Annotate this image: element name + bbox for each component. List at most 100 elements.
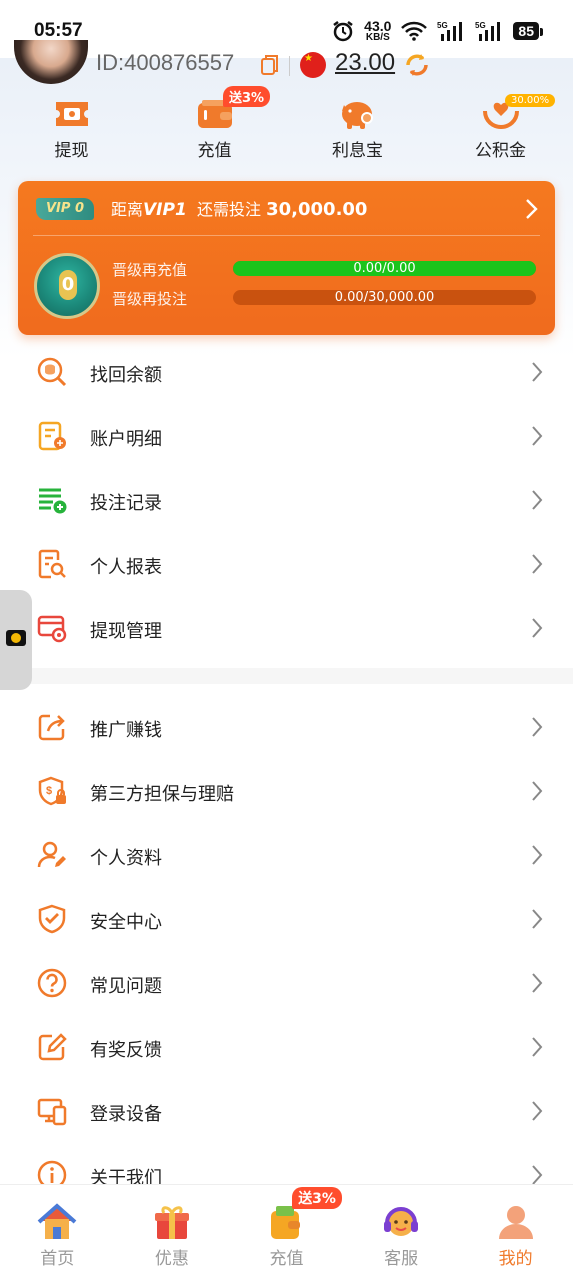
vip-level-tag: VIP 0 — [36, 198, 94, 220]
menu-item-label: 推广赚钱 — [90, 720, 162, 741]
chevron-right-icon — [532, 362, 543, 382]
account-detail-icon — [38, 421, 66, 451]
piggy-bank-icon — [341, 102, 373, 129]
chevron-right-icon — [532, 426, 543, 446]
chevron-right-icon — [532, 618, 543, 638]
battery-indicator: 85 — [513, 22, 543, 40]
vip-requirement: 还需投注 30,000.00 — [197, 199, 368, 220]
chevron-right-icon — [532, 909, 543, 929]
menu-item-feedback[interactable]: 有奖反馈 — [0, 1015, 573, 1079]
report-search-icon — [38, 549, 66, 579]
chevron-right-icon — [532, 1037, 543, 1057]
menu-item-label: 有奖反馈 — [90, 1040, 162, 1061]
profile-edit-icon — [37, 841, 66, 868]
menu-item-label: 投注记录 — [90, 493, 162, 514]
alarm-icon — [333, 21, 353, 42]
quick-action-fund[interactable]: 公积金 30.00% — [429, 94, 572, 166]
menu-item-label: 第三方担保与理赔 — [90, 784, 234, 805]
menu-item-label: 个人资料 — [90, 848, 162, 869]
profile-row: ID:400876557 23.00 — [0, 40, 573, 84]
vip-medal-level: 0 — [59, 270, 77, 300]
refresh-icon[interactable] — [404, 52, 430, 78]
tab-mine[interactable]: 我的 — [458, 1185, 573, 1280]
tv-icon — [6, 630, 26, 646]
signal-icon-2: 5G — [475, 21, 501, 41]
bottom-tab-bar: 首页 优惠 充值 送3% 客服 我的 — [0, 1184, 573, 1280]
menu-item-label: 常见问题 — [90, 976, 162, 997]
quick-action-deposit[interactable]: 充值 送3% — [143, 86, 286, 166]
security-shield-icon — [38, 904, 66, 934]
menu-item-security[interactable]: 安全中心 — [0, 887, 573, 951]
menu-item-bet-record[interactable]: 投注记录 — [0, 468, 573, 532]
menu-item-faq[interactable]: 常见问题 — [0, 951, 573, 1015]
quick-action-label: 利息宝 — [332, 141, 383, 161]
quick-actions: 提现 充值 送3% 利息宝 公积金 30.00% — [0, 86, 573, 166]
vip-card[interactable]: VIP 0 距离VIP1 还需投注 30,000.00 0 晋级再充值 0.00… — [18, 181, 555, 335]
chevron-right-icon — [532, 490, 543, 510]
quick-action-label: 充值 — [197, 141, 232, 161]
user-icon — [498, 1206, 533, 1239]
tab-deposit[interactable]: 充值 送3% — [229, 1185, 344, 1280]
chevron-right-icon — [532, 554, 543, 574]
copy-icon[interactable] — [260, 54, 280, 76]
tab-label: 首页 — [40, 1249, 75, 1269]
status-icons: 43.0 KB/S 5G 5G 85 — [332, 18, 543, 43]
progress-label-deposit: 晋级再充值 — [112, 261, 188, 279]
menu-item-recover-balance[interactable]: 找回余额 — [0, 340, 573, 404]
quick-action-interest[interactable]: 利息宝 — [286, 94, 429, 166]
menu-item-label: 账户明细 — [90, 429, 162, 450]
rate-badge: 30.00% — [505, 94, 556, 107]
avatar[interactable] — [14, 40, 88, 84]
headset-icon — [384, 1207, 419, 1236]
bonus-badge: 送3% — [292, 1187, 342, 1209]
divider — [289, 56, 290, 76]
bonus-badge: 送3% — [223, 86, 271, 107]
net-speed: 43.0 KB/S — [364, 18, 392, 43]
tab-promotions[interactable]: 优惠 — [115, 1185, 230, 1280]
withdraw-manage-icon — [37, 615, 67, 643]
gift-icon — [154, 1206, 189, 1239]
tab-label: 充值 — [269, 1249, 304, 1269]
chevron-right-icon — [532, 1165, 543, 1185]
menu-item-label: 安全中心 — [90, 912, 162, 933]
floating-live-tab[interactable] — [0, 590, 32, 690]
vip-distance: 距离VIP1 — [111, 200, 187, 220]
progress-bar-deposit: 0.00/0.00 — [233, 261, 536, 276]
menu-item-promote[interactable]: 推广赚钱 — [0, 695, 573, 759]
menu-item-label: 个人报表 — [90, 557, 162, 578]
svg-text:5G: 5G — [475, 21, 486, 30]
share-icon — [38, 714, 65, 741]
section-divider — [0, 668, 573, 684]
recover-balance-icon — [37, 357, 67, 387]
withdraw-ticket-icon — [55, 102, 88, 126]
menu-item-label: 登录设备 — [90, 1104, 162, 1125]
balance: 23.00 — [335, 49, 396, 76]
tab-label: 优惠 — [154, 1249, 189, 1269]
signal-icon-1: 5G — [437, 21, 463, 41]
feedback-edit-icon — [38, 1033, 67, 1061]
menu-item-withdraw-manage[interactable]: 提现管理 — [0, 596, 573, 660]
divider — [33, 235, 540, 236]
vip-medal-icon: 0 — [34, 253, 100, 319]
wifi-icon — [401, 21, 428, 41]
progress-text: 0.00/0.00 — [353, 261, 416, 276]
menu-item-devices[interactable]: 登录设备 — [0, 1079, 573, 1143]
menu-item-guarantee[interactable]: $ 第三方担保与理赔 — [0, 759, 573, 823]
quick-action-label: 提现 — [54, 141, 89, 161]
menu-item-profile[interactable]: 个人资料 — [0, 823, 573, 887]
user-id: ID:400876557 — [96, 50, 235, 75]
chevron-right-icon — [532, 717, 543, 737]
chevron-right-icon — [532, 1101, 543, 1121]
tab-label: 我的 — [498, 1249, 533, 1269]
chevron-right-icon — [526, 199, 538, 219]
menu-item-account-detail[interactable]: 账户明细 — [0, 404, 573, 468]
home-icon — [37, 1203, 77, 1239]
quick-action-withdraw[interactable]: 提现 — [0, 94, 143, 166]
menu-item-personal-report[interactable]: 个人报表 — [0, 532, 573, 596]
tab-home[interactable]: 首页 — [0, 1185, 115, 1280]
tab-customer-service[interactable]: 客服 — [344, 1185, 459, 1280]
status-time: 05:57 — [34, 20, 83, 41]
bet-record-icon — [39, 488, 67, 514]
progress-label-bet: 晋级再投注 — [112, 290, 188, 308]
chevron-right-icon — [532, 781, 543, 801]
